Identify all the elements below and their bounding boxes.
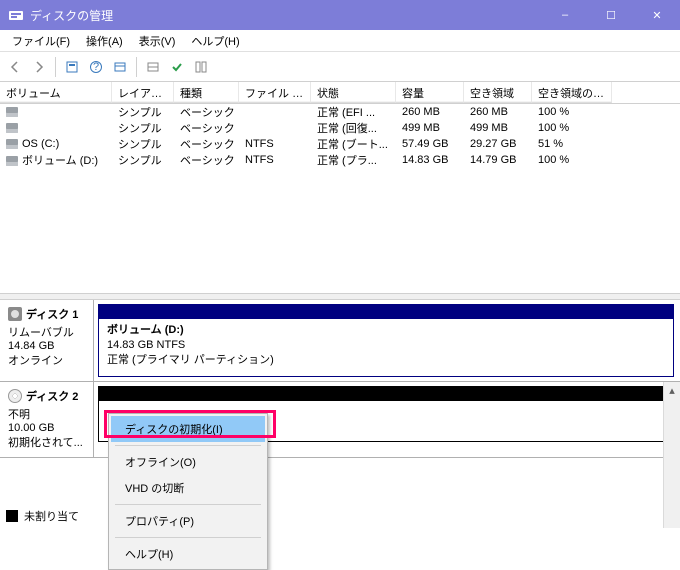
menu-item-properties[interactable]: プロパティ(P) bbox=[111, 508, 265, 534]
menu-bar: ファイル(F) 操作(A) 表示(V) ヘルプ(H) bbox=[0, 30, 680, 52]
volume-status: 正常 (プライマリ パーティション) bbox=[107, 353, 665, 368]
toolbar: ? bbox=[0, 52, 680, 82]
hdd-icon bbox=[8, 307, 22, 321]
volume-row[interactable]: シンプルベーシック正常 (EFI ...260 MB260 MB100 % bbox=[0, 104, 680, 120]
window-title: ディスクの管理 bbox=[30, 7, 542, 24]
col-free[interactable]: 空き領域 bbox=[464, 82, 532, 103]
menu-item-detach-vhd[interactable]: VHD の切断 bbox=[111, 475, 265, 501]
menu-separator bbox=[115, 445, 261, 446]
back-button[interactable] bbox=[4, 56, 26, 78]
menu-item-initialize-disk[interactable]: ディスクの初期化(I) bbox=[111, 416, 265, 442]
disk-map-pane: ディスク 1 リムーバブル 14.84 GB オンライン ボリューム (D:) … bbox=[0, 300, 680, 528]
volume-block[interactable]: ボリューム (D:) 14.83 GB NTFS 正常 (プライマリ パーティシ… bbox=[98, 304, 674, 377]
col-layout[interactable]: レイアウト bbox=[112, 82, 174, 103]
volume-list-header: ボリューム レイアウト 種類 ファイル システム 状態 容量 空き領域 空き領域… bbox=[0, 82, 680, 104]
menu-item-help[interactable]: ヘルプ(H) bbox=[111, 541, 265, 567]
drive-icon bbox=[6, 107, 18, 117]
close-button[interactable]: ✕ bbox=[634, 0, 680, 30]
forward-button[interactable] bbox=[28, 56, 50, 78]
menu-item-offline[interactable]: オフライン(O) bbox=[111, 449, 265, 475]
toolbar-btn-3[interactable] bbox=[142, 56, 164, 78]
menu-action[interactable]: 操作(A) bbox=[78, 31, 131, 51]
vertical-scrollbar[interactable]: ▴ bbox=[663, 382, 680, 528]
menu-separator bbox=[115, 504, 261, 505]
minimize-button[interactable]: – bbox=[542, 0, 588, 30]
col-status[interactable]: 状態 bbox=[311, 82, 396, 103]
menu-view[interactable]: 表示(V) bbox=[131, 31, 184, 51]
context-menu: ディスクの初期化(I) オフライン(O) VHD の切断 プロパティ(P) ヘル… bbox=[108, 413, 268, 570]
help-button[interactable]: ? bbox=[85, 56, 107, 78]
menu-help[interactable]: ヘルプ(H) bbox=[183, 31, 247, 51]
col-type[interactable]: 種類 bbox=[174, 82, 239, 103]
volume-list-body: シンプルベーシック正常 (EFI ...260 MB260 MB100 % シン… bbox=[0, 104, 680, 168]
col-volume[interactable]: ボリューム bbox=[0, 82, 112, 103]
disk-unknown-icon bbox=[8, 389, 22, 403]
app-icon bbox=[8, 7, 24, 23]
col-capacity[interactable]: 容量 bbox=[396, 82, 464, 103]
volume-name: ボリューム (D:) bbox=[107, 323, 665, 338]
toolbar-btn-2[interactable] bbox=[109, 56, 131, 78]
volume-row[interactable]: OS (C:) シンプルベーシックNTFS正常 (ブート...57.49 GB2… bbox=[0, 136, 680, 152]
disk-row: ディスク 1 リムーバブル 14.84 GB オンライン ボリューム (D:) … bbox=[0, 300, 680, 382]
legend: 未割り当て bbox=[6, 508, 79, 524]
volume-stripe bbox=[99, 387, 673, 401]
toolbar-check-icon[interactable] bbox=[166, 56, 188, 78]
title-bar: ディスクの管理 – ☐ ✕ bbox=[0, 0, 680, 30]
svg-text:?: ? bbox=[93, 61, 99, 73]
volume-detail: 14.83 GB NTFS bbox=[107, 338, 665, 353]
drive-icon bbox=[6, 139, 18, 149]
col-free-pct[interactable]: 空き領域の割... bbox=[532, 82, 612, 103]
disk-info[interactable]: ディスク 2 不明 10.00 GB 初期化されて... bbox=[0, 382, 94, 457]
col-filesystem[interactable]: ファイル システム bbox=[239, 82, 311, 103]
disk-info[interactable]: ディスク 1 リムーバブル 14.84 GB オンライン bbox=[0, 300, 94, 381]
scroll-up-icon[interactable]: ▴ bbox=[664, 382, 680, 399]
volume-list-pane: ボリューム レイアウト 種類 ファイル システム 状態 容量 空き領域 空き領域… bbox=[0, 82, 680, 294]
disk-volumes: ボリューム (D:) 14.83 GB NTFS 正常 (プライマリ パーティシ… bbox=[94, 300, 680, 381]
maximize-button[interactable]: ☐ bbox=[588, 0, 634, 30]
volume-row[interactable]: ボリューム (D:) シンプルベーシックNTFS正常 (プラ...14.83 G… bbox=[0, 152, 680, 168]
toolbar-btn-4[interactable] bbox=[190, 56, 212, 78]
menu-file[interactable]: ファイル(F) bbox=[4, 31, 78, 51]
drive-icon bbox=[6, 156, 18, 166]
toolbar-btn-1[interactable] bbox=[61, 56, 83, 78]
disk-row: ディスク 2 不明 10.00 GB 初期化されて... bbox=[0, 382, 680, 458]
volume-row[interactable]: シンプルベーシック正常 (回復...499 MB499 MB100 % bbox=[0, 120, 680, 136]
legend-label: 未割り当て bbox=[24, 508, 79, 524]
legend-swatch-unallocated bbox=[6, 510, 18, 522]
drive-icon bbox=[6, 123, 18, 133]
volume-stripe bbox=[99, 305, 673, 319]
